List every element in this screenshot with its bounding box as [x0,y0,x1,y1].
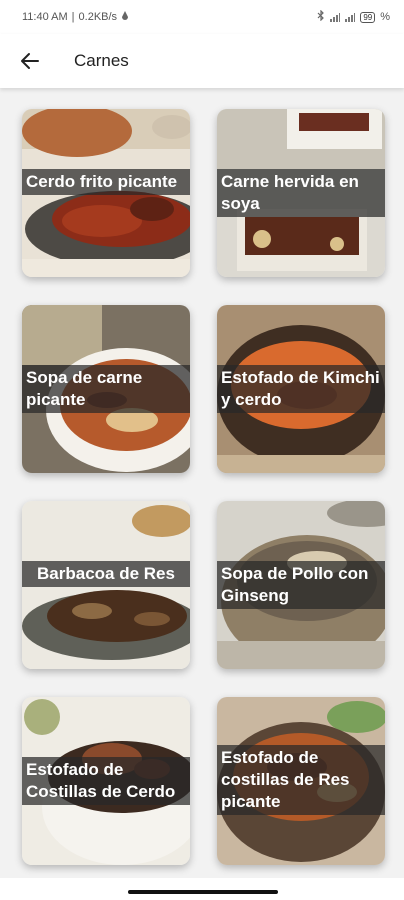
recipe-name: Estofado de Costillas de Cerdo [22,757,190,805]
status-network-speed: 0.2KB/s [78,11,118,23]
recipe-grid: Cerdo frito picante Carne hervida en soy… [0,88,404,878]
recipe-name: Sopa de carne picante [22,365,190,413]
recipe-name: Barbacoa de Res [22,561,190,587]
arrow-left-icon [21,53,39,69]
page-title: Carnes [74,51,129,70]
app-bar: Carnes [0,34,404,88]
back-button[interactable] [16,47,44,75]
signal-icon-2 [345,12,356,22]
recipe-card-estofado-de-kimchi-y-cerdo[interactable]: Estofado de Kimchi y cerdo [217,305,385,473]
recipe-name: Estofado de Kimchi y cerdo [217,365,385,413]
recipe-card-estofado-de-costillas-de-cerdo[interactable]: Estofado de Costillas de Cerdo [22,697,190,865]
recipe-card-carne-hervida-en-soya[interactable]: Carne hervida en soya [217,109,385,277]
bluetooth-icon [317,9,325,24]
battery-icon: 99 [360,11,376,23]
battery-percent: % [380,11,390,23]
recipe-card-sopa-de-pollo-con-ginseng[interactable]: Sopa de Pollo con Ginseng [217,501,385,669]
recipe-name: Sopa de Pollo con Ginseng [217,561,385,609]
status-time: 11:40 AM [22,11,68,23]
status-bar: 11:40 AM | 0.2KB/s 99 % [0,0,404,34]
recipe-name: Estofado de costillas de Res picante [217,745,385,815]
recipe-card-barbacoa-de-res[interactable]: Barbacoa de Res [22,501,190,669]
home-indicator[interactable] [128,890,278,894]
recipe-card-cerdo-frito-picante[interactable]: Cerdo frito picante [22,109,190,277]
data-saver-icon [121,10,129,24]
system-nav-bar [0,878,404,900]
recipe-card-estofado-de-costillas-de-res-picante[interactable]: Estofado de costillas de Res picante [217,697,385,865]
signal-icon [330,12,341,22]
recipe-card-sopa-de-carne-picante[interactable]: Sopa de carne picante [22,305,190,473]
recipe-name: Carne hervida en soya [217,169,385,217]
recipe-name: Cerdo frito picante [22,169,190,195]
